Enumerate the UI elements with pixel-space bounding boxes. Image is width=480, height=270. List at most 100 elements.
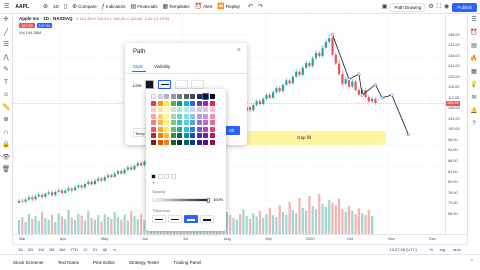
color-swatch[interactable]	[196, 107, 202, 112]
line-start-selector[interactable]	[175, 80, 188, 89]
range-6m[interactable]: 6M	[59, 247, 65, 252]
trash-icon[interactable]: 🗑	[2, 166, 10, 174]
smile-icon[interactable]: ☺	[3, 91, 10, 99]
color-swatch[interactable]	[196, 120, 202, 125]
range-1y[interactable]: 1Y	[83, 247, 88, 252]
color-swatch[interactable]	[190, 107, 195, 112]
log-scale-toggle[interactable]: log	[440, 247, 445, 252]
tab-trading-panel[interactable]: Trading Panel	[166, 260, 208, 265]
color-swatch[interactable]	[170, 126, 176, 132]
color-swatch[interactable]	[177, 113, 182, 119]
color-swatch[interactable]	[177, 139, 182, 145]
chat-icon[interactable]: ✉	[471, 95, 476, 101]
color-swatch[interactable]	[157, 126, 163, 132]
zoom-icon[interactable]: ⊕	[3, 116, 8, 124]
color-swatch[interactable]	[164, 100, 169, 106]
color-swatch[interactable]	[196, 100, 202, 106]
color-swatch[interactable]	[164, 126, 169, 132]
color-swatch[interactable]	[164, 133, 169, 138]
text-icon[interactable]: T	[4, 79, 8, 87]
layout-name-button[interactable]: Path Drawing	[390, 2, 426, 12]
custom-color-swatch[interactable]	[151, 174, 156, 179]
color-swatch[interactable]	[183, 126, 189, 132]
auto-scale-toggle[interactable]: auto	[453, 247, 461, 252]
opacity-slider[interactable]	[152, 198, 210, 203]
close-icon[interactable]: ×	[237, 47, 241, 54]
color-swatch[interactable]	[196, 133, 202, 138]
color-swatch[interactable]	[170, 94, 176, 99]
custom-color-swatch[interactable]	[157, 174, 163, 179]
publish-button[interactable]: Publish	[452, 2, 477, 12]
color-swatch[interactable]	[151, 94, 156, 99]
color-swatch[interactable]	[151, 120, 156, 125]
color-swatch[interactable]	[203, 113, 208, 119]
color-swatch[interactable]	[203, 126, 208, 132]
add-symbol-button[interactable]: ⊕	[43, 4, 48, 10]
ideas-icon[interactable]: 💡	[470, 82, 477, 88]
pattern-icon[interactable]: ⋀	[3, 54, 8, 62]
settings-icon[interactable]: ⚙	[428, 4, 433, 10]
calendar-icon[interactable]: ▦	[471, 69, 477, 75]
tab-text-notes[interactable]: Text Notes	[51, 260, 86, 265]
color-swatch[interactable]	[203, 139, 208, 145]
color-swatch[interactable]	[151, 126, 156, 132]
color-swatch[interactable]	[151, 100, 156, 106]
color-swatch[interactable]	[196, 113, 202, 119]
color-swatch[interactable]	[157, 100, 163, 106]
legend-title[interactable]: Apple Inc · 1D · NASDAQ	[19, 16, 73, 21]
sell-button[interactable]: 107.93	[19, 23, 35, 28]
color-swatch[interactable]	[183, 133, 189, 138]
tab-style[interactable]: Style	[133, 64, 143, 69]
color-swatch[interactable]	[203, 120, 208, 125]
ruler-icon[interactable]: 📏	[2, 104, 10, 112]
color-swatch[interactable]	[196, 139, 202, 145]
color-swatch[interactable]	[190, 120, 195, 125]
range-5d[interactable]: 5D	[28, 247, 33, 252]
color-swatch[interactable]	[209, 107, 215, 112]
color-swatch[interactable]	[209, 133, 215, 138]
color-swatch[interactable]	[196, 126, 202, 132]
thickness-4[interactable]	[200, 215, 214, 223]
tab-strategy-tester[interactable]: Strategy Tester	[122, 260, 166, 265]
range-all[interactable]: All	[103, 247, 107, 252]
color-swatch[interactable]	[183, 139, 189, 145]
redo-button[interactable]: ↷	[258, 4, 263, 10]
magnet-icon[interactable]: ∩	[4, 129, 9, 137]
color-swatch[interactable]	[164, 113, 169, 119]
color-swatch[interactable]	[170, 113, 176, 119]
financials-button[interactable]: ▤ Financials	[131, 4, 158, 10]
compare-button[interactable]: ⊕ Compare	[72, 4, 97, 10]
notifications-icon[interactable]: 🔔	[470, 108, 477, 114]
color-swatch[interactable]	[203, 107, 208, 112]
color-swatch[interactable]	[157, 133, 163, 138]
color-swatch[interactable]	[170, 120, 176, 125]
color-swatch[interactable]	[209, 139, 215, 145]
color-swatch[interactable]	[177, 100, 182, 106]
buy-button[interactable]: 107.94	[36, 23, 53, 28]
watchlist-icon[interactable]: ☰	[471, 17, 476, 23]
undo-button[interactable]: ↶	[248, 4, 253, 10]
color-swatch[interactable]	[164, 94, 169, 99]
brush-icon[interactable]: ✎	[3, 66, 8, 74]
color-swatch[interactable]	[183, 113, 189, 119]
tab-stock-screener[interactable]: Stock Screener	[6, 260, 51, 265]
trend-line-icon[interactable]: ╱	[4, 29, 8, 37]
color-swatch[interactable]	[157, 94, 163, 99]
color-swatch[interactable]	[177, 94, 182, 99]
color-swatch[interactable]	[157, 120, 163, 125]
color-swatch[interactable]	[190, 126, 195, 132]
color-swatch[interactable]	[177, 126, 182, 132]
crosshair-icon[interactable]: ✛	[3, 16, 8, 24]
tab-pine-editor[interactable]: Pine Editor	[86, 260, 122, 265]
color-swatch[interactable]	[177, 133, 182, 138]
color-swatch[interactable]	[183, 100, 189, 106]
thickness-2[interactable]	[168, 215, 182, 223]
color-swatch[interactable]	[196, 94, 202, 99]
color-swatch[interactable]	[209, 100, 215, 106]
color-swatch[interactable]	[202, 93, 209, 100]
percent-scale-toggle[interactable]: %	[429, 247, 433, 252]
color-swatch[interactable]	[164, 120, 169, 125]
color-swatch[interactable]	[209, 113, 215, 119]
fullscreen-icon[interactable]: ⛶	[437, 4, 441, 10]
replay-button[interactable]: ⏪ Replay	[217, 4, 240, 10]
